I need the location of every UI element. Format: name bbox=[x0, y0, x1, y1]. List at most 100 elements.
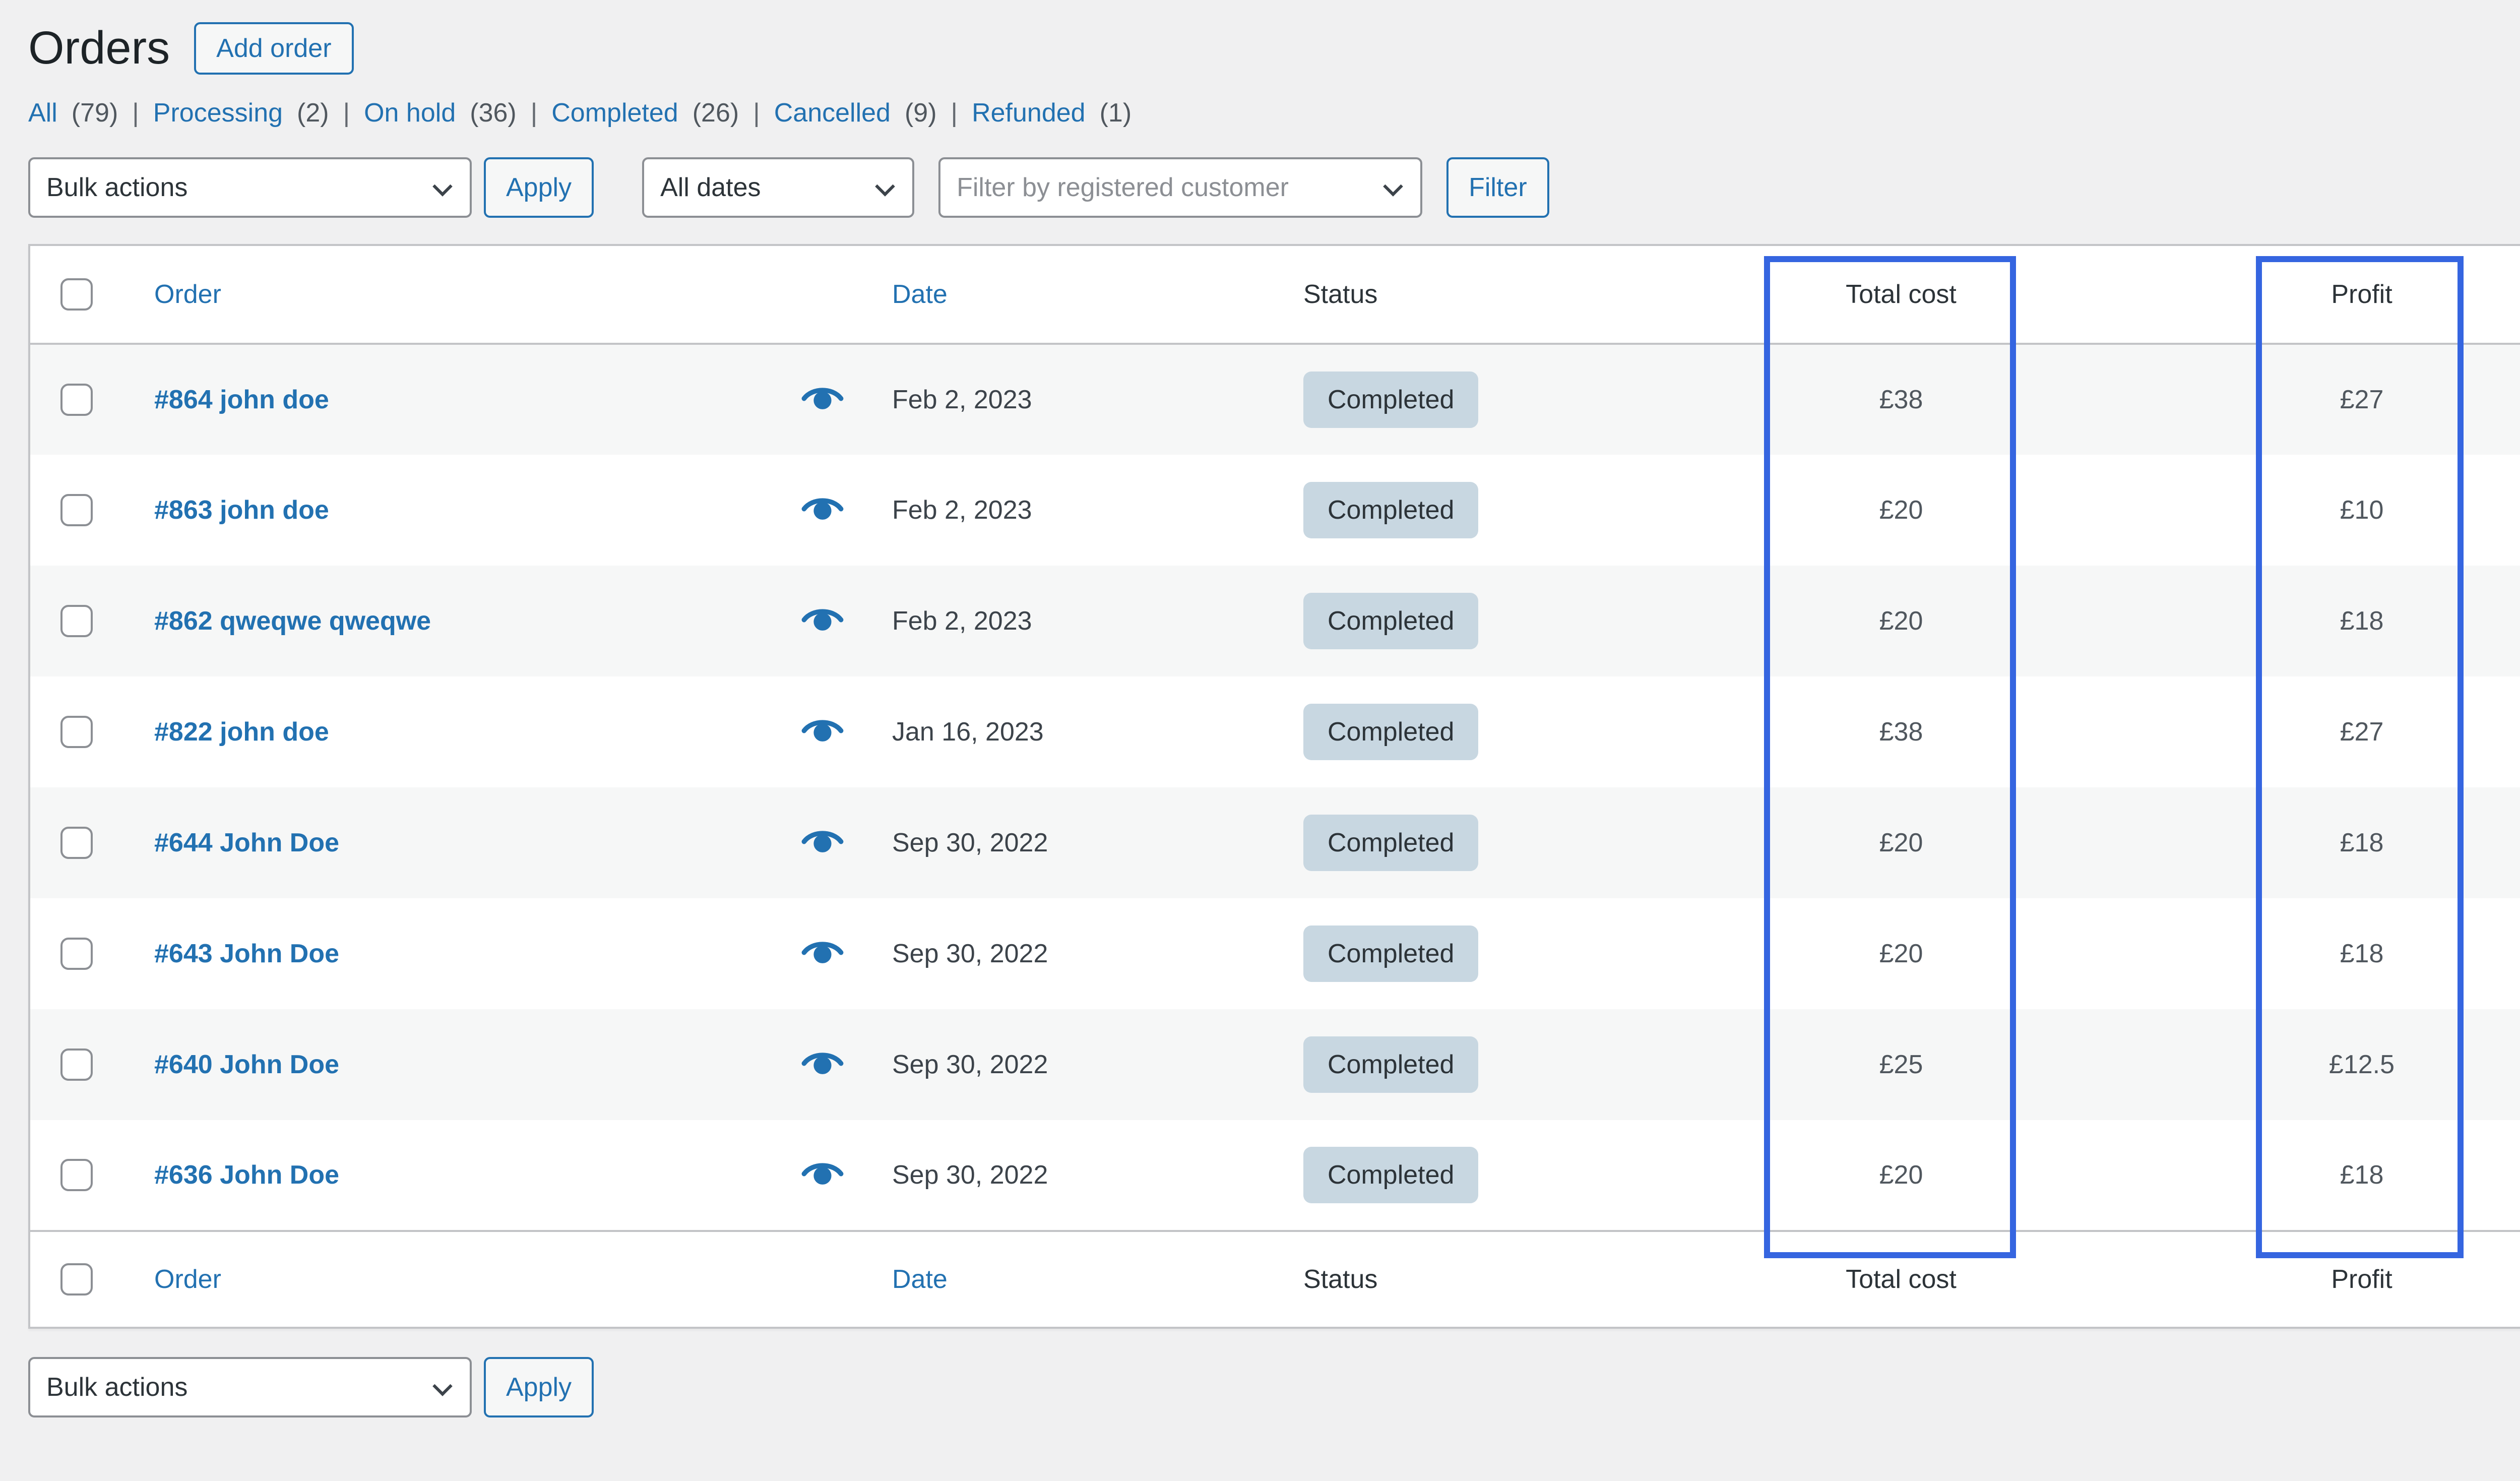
top-toolbar: Bulk actions Apply All dates Filter by r… bbox=[28, 157, 2520, 218]
preview-eye-icon[interactable] bbox=[800, 936, 845, 966]
bulk-actions-select[interactable]: Bulk actions bbox=[28, 157, 472, 218]
row-checkbox[interactable] bbox=[60, 938, 93, 970]
filter-count-cancelled: (9) bbox=[905, 98, 937, 128]
row-checkbox[interactable] bbox=[60, 1048, 93, 1081]
customer-filter-placeholder: Filter by registered customer bbox=[957, 172, 1289, 203]
total-value: £49.40 bbox=[2465, 676, 2520, 787]
select-all-checkbox[interactable] bbox=[60, 278, 93, 311]
filter-count-completed: (26) bbox=[692, 98, 739, 128]
order-date: Jan 16, 2023 bbox=[868, 676, 1271, 787]
total-cost-value: £38 bbox=[1775, 344, 2027, 455]
order-link[interactable]: #862 qweqwe qweqwe bbox=[154, 606, 431, 636]
order-link[interactable]: #864 john doe bbox=[154, 385, 329, 414]
filter-link-cancelled[interactable]: Cancelled bbox=[774, 98, 891, 128]
filter-button[interactable]: Filter bbox=[1446, 157, 1549, 218]
row-checkbox[interactable] bbox=[60, 827, 93, 859]
column-header-spacer bbox=[2027, 245, 2259, 344]
order-link[interactable]: #640 John Doe bbox=[154, 1050, 339, 1079]
table-row: #636 John Doe Sep 30, 2022 Completed £20… bbox=[29, 1120, 2520, 1231]
dates-filter-value: All dates bbox=[660, 172, 761, 203]
preview-eye-icon[interactable] bbox=[800, 382, 845, 412]
bulk-actions-value: Bulk actions bbox=[46, 1372, 187, 1402]
profit-value: £18 bbox=[2259, 898, 2465, 1009]
filter-count-processing: (2) bbox=[297, 98, 329, 128]
filter-separator: | bbox=[951, 98, 958, 128]
preview-eye-icon[interactable] bbox=[800, 492, 845, 522]
total-cost-value: £20 bbox=[1775, 455, 2027, 566]
customer-filter-select[interactable]: Filter by registered customer bbox=[938, 157, 1422, 218]
column-footer-total-cost: Total cost bbox=[1775, 1231, 2027, 1328]
preview-eye-icon[interactable] bbox=[800, 1157, 845, 1187]
profit-value: £18 bbox=[2259, 566, 2465, 676]
orders-table: Order Date Status Total cost Profit Tota… bbox=[28, 244, 2520, 1329]
filter-separator: | bbox=[343, 98, 350, 128]
column-footer-status: Status bbox=[1271, 1231, 1775, 1328]
row-checkbox[interactable] bbox=[60, 384, 93, 416]
table-row: #862 qweqwe qweqwe Feb 2, 2023 Completed… bbox=[29, 566, 2520, 676]
order-date: Feb 2, 2023 bbox=[868, 455, 1271, 566]
status-badge: Completed bbox=[1303, 925, 1478, 982]
preview-eye-icon[interactable] bbox=[800, 603, 845, 633]
row-checkbox[interactable] bbox=[60, 494, 93, 526]
total-cost-value: £20 bbox=[1775, 898, 2027, 1009]
table-row: #640 John Doe Sep 30, 2022 Completed £25… bbox=[29, 1009, 2520, 1120]
add-order-button[interactable]: Add order bbox=[194, 22, 353, 75]
filter-separator: | bbox=[753, 98, 760, 128]
bulk-actions-select-bottom[interactable]: Bulk actions bbox=[28, 1357, 472, 1417]
bottom-toolbar: Bulk actions Apply 74 items « ‹ 1 of 4 ›… bbox=[28, 1357, 2520, 1417]
preview-eye-icon[interactable] bbox=[800, 714, 845, 744]
total-value: £69.40 bbox=[2465, 344, 2520, 455]
row-checkbox[interactable] bbox=[60, 605, 93, 637]
filter-link-refunded[interactable]: Refunded bbox=[972, 98, 1086, 128]
profit-value: £27 bbox=[2259, 676, 2465, 787]
order-link[interactable]: #822 john doe bbox=[154, 717, 329, 747]
table-footer: Order Date Status Total cost Profit Tota… bbox=[29, 1231, 2520, 1328]
row-checkbox[interactable] bbox=[60, 716, 93, 748]
status-badge: Completed bbox=[1303, 372, 1478, 428]
chevron-down-icon bbox=[432, 1376, 453, 1396]
column-footer-order[interactable]: Order bbox=[154, 1265, 221, 1294]
status-badge: Completed bbox=[1303, 1036, 1478, 1093]
table-row: #822 john doe Jan 16, 2023 Completed £38… bbox=[29, 676, 2520, 787]
column-header-status: Status bbox=[1271, 245, 1775, 344]
table-row: #643 John Doe Sep 30, 2022 Completed £20… bbox=[29, 898, 2520, 1009]
apply-button[interactable]: Apply bbox=[484, 157, 594, 218]
filter-link-processing[interactable]: Processing bbox=[153, 98, 283, 128]
column-footer-date[interactable]: Date bbox=[892, 1265, 948, 1294]
profit-value: £10 bbox=[2259, 455, 2465, 566]
order-link[interactable]: #636 John Doe bbox=[154, 1160, 339, 1190]
chevron-down-icon bbox=[875, 176, 895, 197]
table-row: #644 John Doe Sep 30, 2022 Completed £20… bbox=[29, 787, 2520, 898]
status-badge: Completed bbox=[1303, 704, 1478, 760]
preview-eye-icon[interactable] bbox=[800, 1046, 845, 1077]
row-checkbox[interactable] bbox=[60, 1159, 93, 1191]
filter-count-all: (79) bbox=[72, 98, 118, 128]
table-row: #863 john doe Feb 2, 2023 Completed £20 … bbox=[29, 455, 2520, 566]
total-cost-value: £20 bbox=[1775, 566, 2027, 676]
column-header-profit: Profit bbox=[2259, 245, 2465, 344]
status-filter-links: All (79) | Processing (2) | On hold (36)… bbox=[28, 93, 2520, 133]
chevron-down-icon bbox=[1383, 176, 1403, 197]
orders-page: Orders Add order Search orders All (79) … bbox=[0, 0, 2520, 1481]
table-row: #864 john doe Feb 2, 2023 Completed £38 … bbox=[29, 344, 2520, 455]
profit-value: £18 bbox=[2259, 1120, 2465, 1231]
page-header: Orders Add order bbox=[28, 0, 2520, 75]
column-header-date[interactable]: Date bbox=[892, 280, 948, 309]
filter-separator: | bbox=[132, 98, 139, 128]
order-link[interactable]: #643 John Doe bbox=[154, 939, 339, 968]
profit-value: £27 bbox=[2259, 344, 2465, 455]
filter-link-all[interactable]: All bbox=[28, 98, 57, 128]
order-link[interactable]: #863 john doe bbox=[154, 496, 329, 525]
select-all-checkbox[interactable] bbox=[60, 1263, 93, 1295]
dates-filter-select[interactable]: All dates bbox=[642, 157, 914, 218]
preview-eye-icon[interactable] bbox=[800, 825, 845, 855]
total-cost-value: £20 bbox=[1775, 787, 2027, 898]
total-value: £44.00 bbox=[2465, 566, 2520, 676]
total-value: £24.00 bbox=[2465, 1120, 2520, 1231]
apply-button-bottom[interactable]: Apply bbox=[484, 1357, 594, 1417]
filter-link-on-hold[interactable]: On hold bbox=[364, 98, 456, 128]
filter-link-completed[interactable]: Completed bbox=[551, 98, 678, 128]
order-link[interactable]: #644 John Doe bbox=[154, 828, 339, 857]
column-header-order[interactable]: Order bbox=[154, 280, 221, 309]
filter-count-on-hold: (36) bbox=[470, 98, 516, 128]
